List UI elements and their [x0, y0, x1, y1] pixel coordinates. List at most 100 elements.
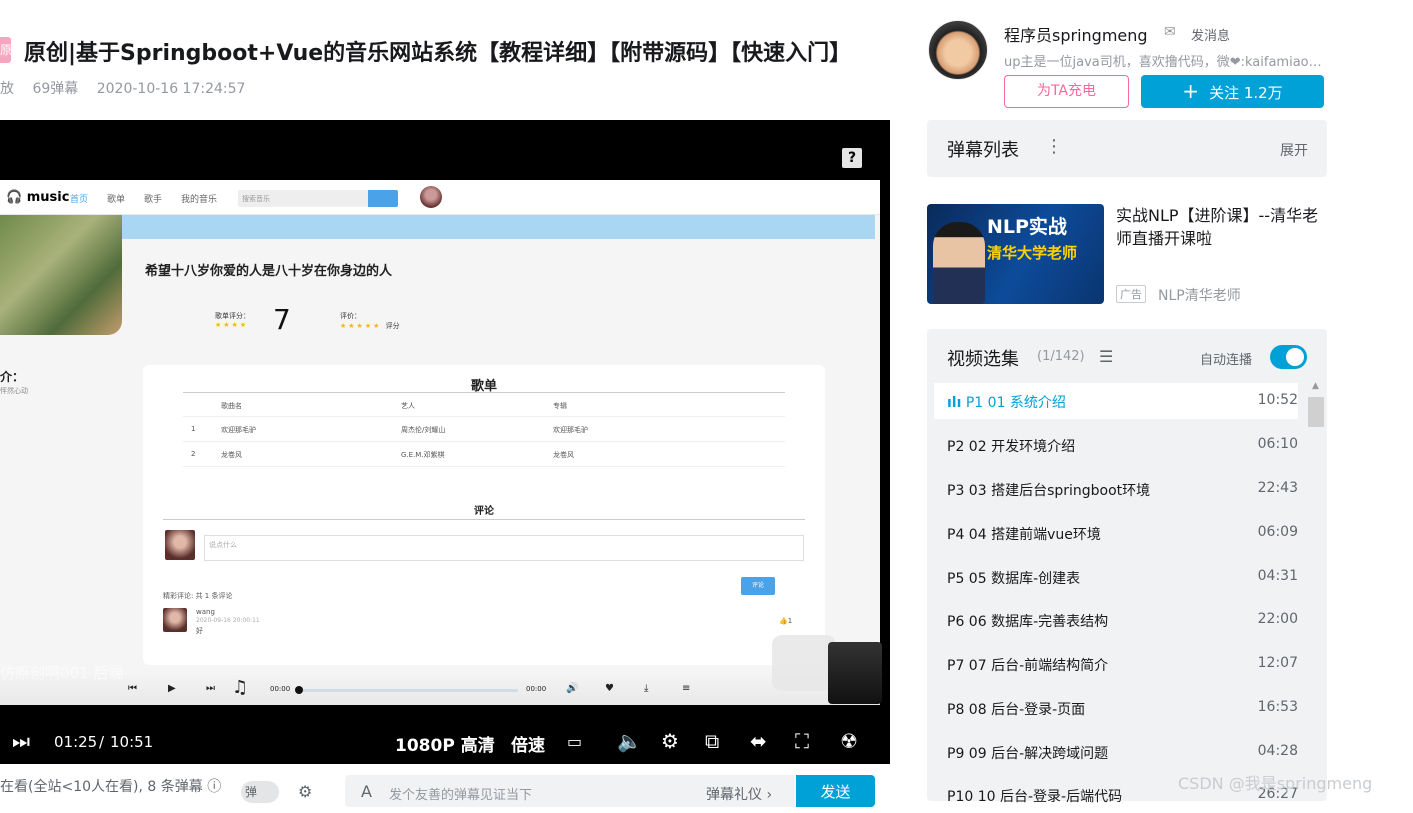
episode-item[interactable]: P3 03 搭建后台springboot环境 22:43	[934, 471, 1298, 507]
watching-info: 在看(全站<10人在看), 8 条弹幕 ⓘ	[0, 779, 222, 795]
col-artist: 艺人	[401, 402, 415, 410]
volume-icon: 🔊	[566, 683, 579, 694]
mini-window-overlay	[772, 635, 836, 691]
comment-input: 说点什么	[204, 535, 804, 561]
publish-date: 2020-10-16 17:24:57	[96, 81, 246, 97]
episode-item[interactable]: P5 05 数据库-创建表 04:31	[934, 559, 1298, 595]
play-icon: ▶	[168, 683, 176, 694]
col-song: 歌曲名	[221, 402, 242, 410]
web-fullscreen-icon[interactable]: ⛶	[795, 729, 809, 753]
like-count: 👍1	[779, 617, 793, 625]
autoplay-toggle[interactable]	[1270, 345, 1307, 369]
danmu-count: 69弹幕	[32, 81, 79, 97]
follow-button[interactable]: + 关注 1.2万	[1141, 75, 1324, 108]
ad-image-title: NLP实战	[987, 216, 1067, 238]
episode-list-title: 视频选集	[947, 349, 1019, 370]
episode-item[interactable]: P4 04 搭建前端vue环境 06:09	[934, 515, 1298, 551]
episode-list-panel: 视频选集 (1/142) ☰ 自动连播 ▲ ılı P1 01 系统介绍 10:5…	[927, 329, 1327, 805]
intro-text: 怦然心动	[0, 387, 28, 395]
volume-icon[interactable]: 🔈	[617, 729, 642, 753]
player-total-time: 00:00	[526, 685, 547, 693]
uploader-avatar[interactable]	[928, 20, 988, 80]
episode-item[interactable]: P2 02 开发环境介绍 06:10	[934, 427, 1298, 463]
danmu-toggle[interactable]: 弹	[241, 781, 279, 803]
music-player-bar: ⏮ ▶ ⏭ ♫ 00:00 00:00 🔊 ♥ ⤓ ≡	[0, 675, 880, 705]
player-seek-handle	[295, 686, 303, 694]
comment-rating: 评价： ★★★★★ 评分	[340, 312, 400, 330]
current-time: 01:25	[54, 733, 98, 751]
intro-label: 介：	[0, 370, 25, 384]
heart-icon: ♥	[605, 683, 614, 694]
next-icon: ⏭	[206, 683, 215, 694]
rating-value: 7	[273, 303, 291, 336]
player-seek-track	[298, 689, 518, 692]
music-logo: 🎧 music	[6, 190, 70, 205]
song-name: 欢迎那毛驴	[221, 426, 256, 434]
font-style-icon[interactable]: A	[361, 782, 372, 801]
scroll-up-icon[interactable]: ▲	[1312, 381, 1319, 391]
charge-button[interactable]: 为TA充电	[1004, 75, 1129, 108]
quality-button[interactable]: 1080P 高清	[395, 731, 495, 756]
send-message-link[interactable]: 发消息	[1191, 25, 1230, 44]
danmu-list-title: 弹幕列表	[947, 140, 1019, 161]
ad-title[interactable]: 实战NLP【进阶课】--清华老师直播开课啦	[1116, 204, 1326, 250]
episode-scrollbar[interactable]	[1308, 397, 1324, 427]
episode-item[interactable]: P9 09 后台-解决跨域问题 04:28	[934, 734, 1298, 770]
settings-icon[interactable]: ⚙	[661, 729, 679, 753]
song-album: 龙卷风	[553, 451, 574, 459]
comment-avatar	[165, 530, 195, 560]
ad-presenter	[933, 222, 985, 304]
video-title: 原创|基于Springboot+Vue的音乐网站系统【教程详细】【附带源码】【快…	[24, 41, 852, 66]
next-episode-icon[interactable]: ⏭	[12, 729, 30, 753]
total-time: 10:51	[110, 733, 154, 751]
comment-text: 好	[196, 627, 203, 635]
help-icon[interactable]: ?	[842, 148, 862, 168]
video-meta: 放 69弹幕 2020-10-16 17:24:57	[0, 78, 259, 98]
pip-icon[interactable]: ⧉	[705, 729, 719, 753]
download-icon: ⤓	[644, 683, 649, 694]
commenter-avatar	[163, 608, 187, 632]
danmu-list-panel: 弹幕列表 ⋮ 展开	[927, 120, 1327, 177]
episode-item[interactable]: P7 07 后台-前端结构简介 12:07	[934, 646, 1298, 682]
music-site-navbar: 🎧 music 首页 歌单 歌手 我的音乐 搜索音乐	[0, 180, 880, 215]
widescreen-icon[interactable]: ⬌	[750, 729, 767, 753]
comments-title: 评论	[474, 506, 494, 517]
player-controls: ⏭ 01:25 / 10:51 1080P 高清 倍速 ▭ 🔈 ⚙ ⧉ ⬌ ⛶ …	[0, 720, 890, 764]
episode-item[interactable]: P6 06 数据库-完善表结构 22:00	[934, 602, 1298, 638]
songs-card: 歌单 歌曲名 艺人 专辑 1 欢迎那毛驴 周杰伦/刘耀山 欢迎那毛驴 2 龙卷风…	[143, 365, 825, 665]
fullscreen-icon[interactable]: ☢	[840, 729, 858, 753]
rating-label: 歌单评分： ★★★★	[215, 312, 250, 329]
commenter-name: wang	[196, 608, 215, 616]
presenter-pip	[828, 642, 882, 704]
nav-home: 首页	[70, 195, 89, 205]
speed-button[interactable]: 倍速	[511, 731, 545, 756]
list-view-icon[interactable]: ☰	[1099, 347, 1113, 366]
info-icon: ⓘ	[207, 779, 222, 795]
subtitle-icon[interactable]: ▭	[567, 732, 582, 751]
publish-comment-button: 评论	[741, 577, 775, 595]
mail-icon[interactable]: ✉	[1164, 24, 1176, 40]
song-album: 欢迎那毛驴	[553, 426, 588, 434]
autoplay-label: 自动连播	[1200, 353, 1253, 368]
playlist-title: 希望十八岁你爱的人是八十岁在你身边的人	[145, 264, 393, 279]
comment-date: 2020-09-16 20:00:11	[196, 617, 260, 624]
expand-danmu-list[interactable]: 展开	[1280, 140, 1308, 160]
uploader-description: up主是一位java司机，喜欢撸代码，微❤:kaifamiaomiao	[1004, 55, 1326, 70]
uploader-name[interactable]: 程序员springmeng	[1004, 22, 1148, 46]
ad-badge: 广告	[1116, 285, 1146, 303]
episode-item[interactable]: ılı P1 01 系统介绍 10:52	[934, 383, 1298, 419]
music-search-input: 搜索音乐	[238, 190, 368, 207]
danmu-settings-icon[interactable]: ⚙	[298, 782, 312, 801]
list-icon: ≡	[682, 683, 691, 694]
danmu-etiquette-link[interactable]: 弹幕礼仪 ›	[706, 784, 772, 804]
playlist-banner	[120, 215, 875, 239]
song-no: 2	[191, 450, 196, 458]
csdn-watermark: CSDN @我是springmeng	[1178, 774, 1373, 793]
episode-item[interactable]: P8 08 后台-登录-页面 16:53	[934, 690, 1298, 726]
more-options-icon[interactable]: ⋮	[1045, 136, 1063, 157]
send-danmu-button[interactable]: 发送	[796, 775, 875, 807]
song-no: 1	[191, 425, 196, 433]
view-count: 放	[0, 81, 14, 97]
ad-thumbnail[interactable]: NLP实战 清华大学老师	[927, 204, 1104, 304]
ad-source[interactable]: NLP清华老师	[1158, 285, 1241, 305]
